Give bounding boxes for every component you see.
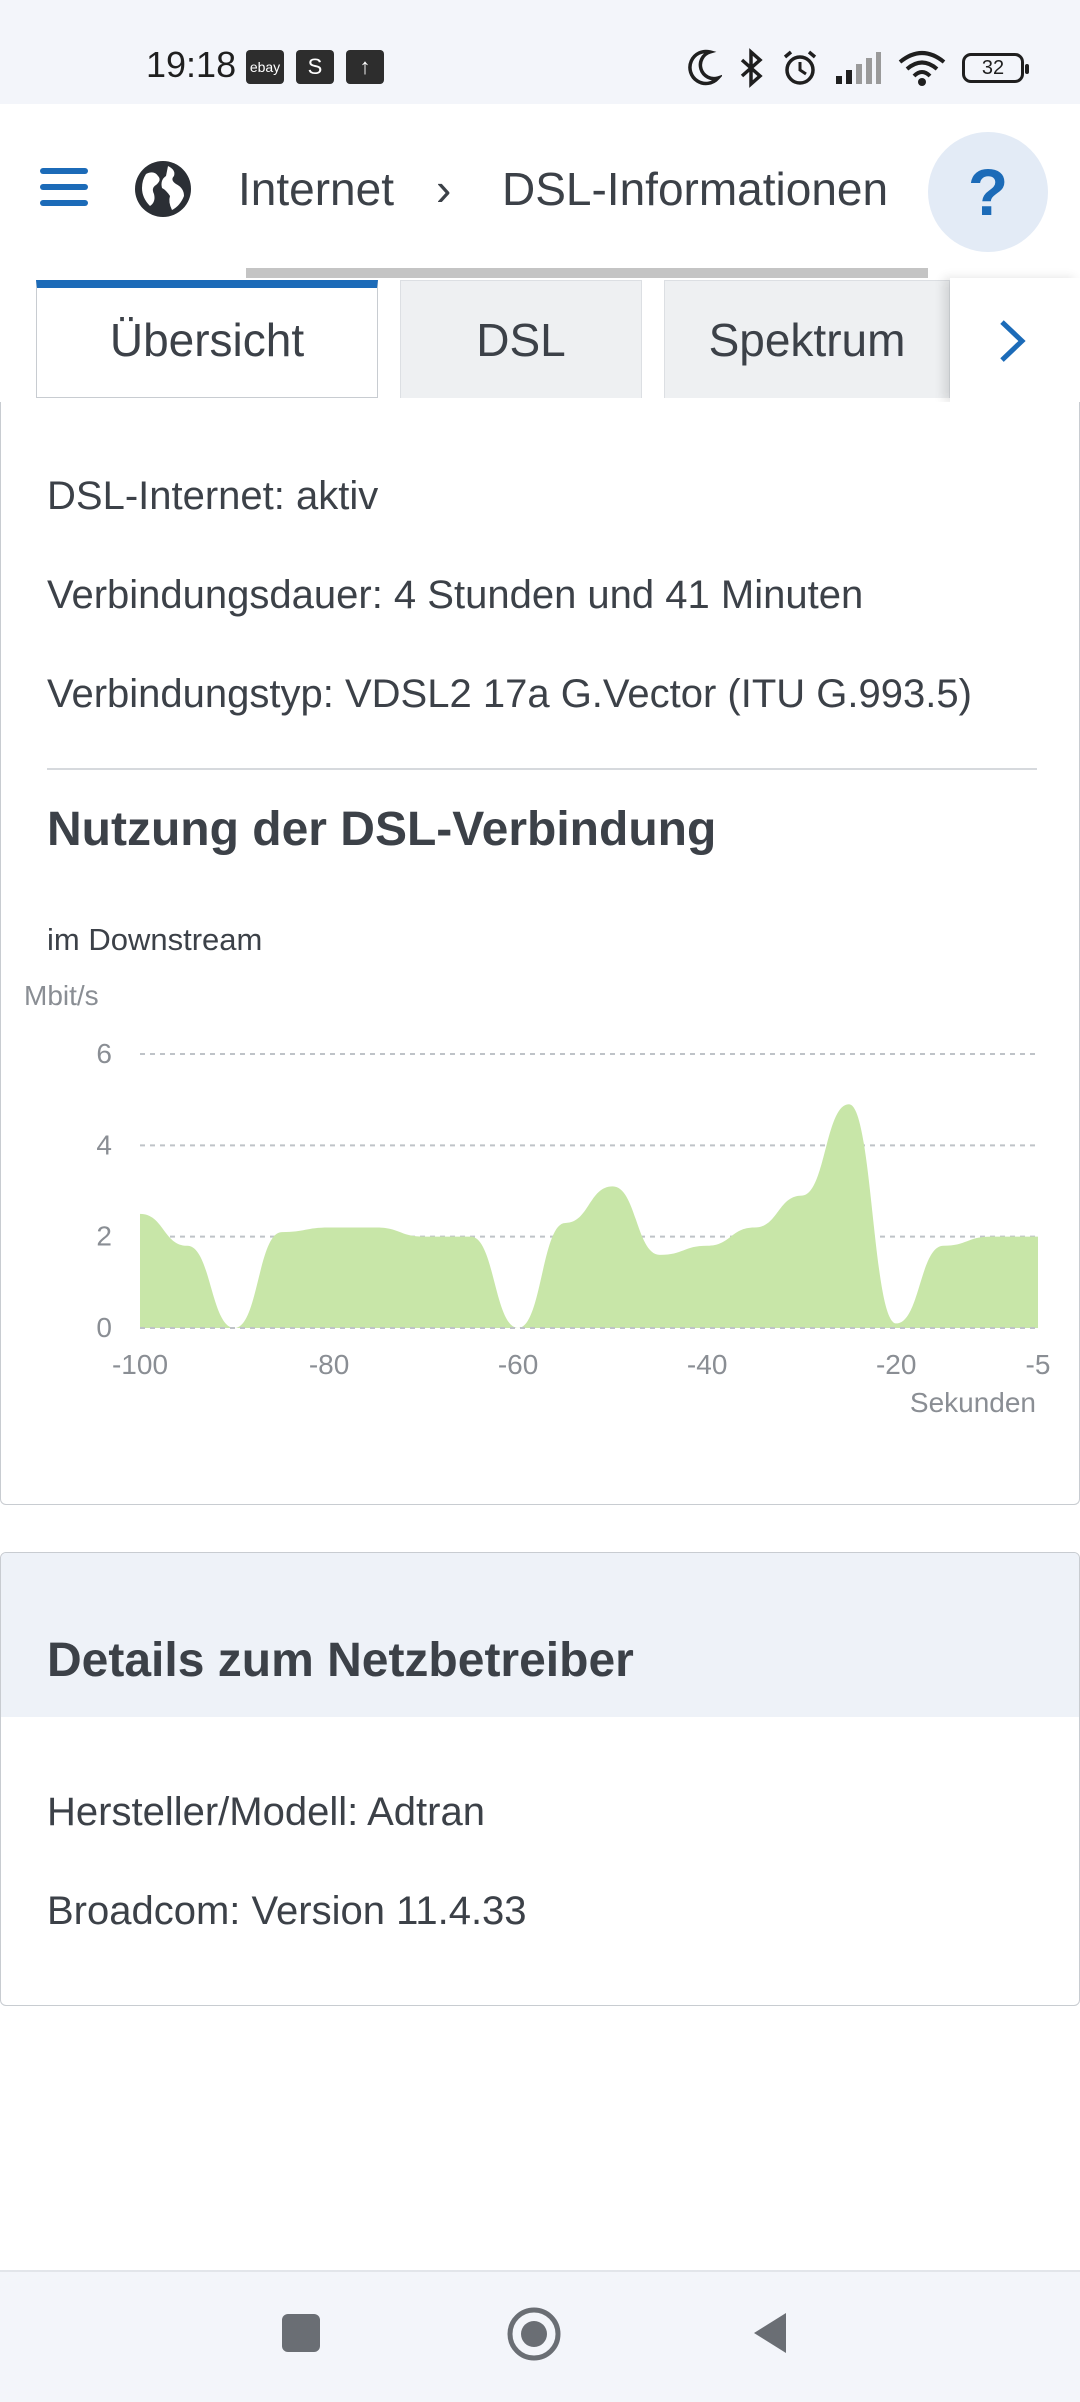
system-nav-bar	[0, 2270, 1080, 2402]
x-tick-label: -60	[498, 1349, 538, 1380]
dsl-internet-status: DSL-Internet: aktiv	[47, 474, 379, 518]
operator-title: Details zum Netzbetreiber	[47, 1634, 634, 1687]
x-tick-label: -100	[112, 1349, 168, 1380]
alarm-icon	[783, 50, 817, 85]
tab-scroll-right-button[interactable]	[950, 278, 1080, 402]
breadcrumb-current: DSL-Informationen	[502, 163, 889, 215]
tab-bar: Übersicht DSL Spektrum	[0, 278, 1080, 402]
downstream-area	[140, 1104, 1038, 1328]
status-time: 19:18	[146, 44, 237, 85]
home-button[interactable]	[506, 2306, 562, 2362]
y-axis-label: Mbit/s	[24, 980, 99, 1011]
broadcom-version: Broadcom: Version 11.4.33	[47, 1889, 527, 1933]
tab-scroll-indicator	[246, 268, 928, 278]
downstream-chart: Mbit/s 0 2 4 6 -100 -80 -60 -40 -20 -5 Sekunden	[24, 980, 1051, 1418]
s-app-icon: S	[296, 50, 334, 84]
menu-icon[interactable]	[40, 168, 92, 208]
y-tick-label: 6	[96, 1038, 112, 1069]
usage-subtitle: im Downstream	[47, 922, 263, 957]
ebay-icon: ebay	[246, 50, 284, 84]
signal-icon	[836, 52, 881, 84]
divider	[47, 768, 1037, 770]
y-tick-label: 0	[96, 1312, 112, 1343]
x-tick-label: -5	[1026, 1349, 1051, 1380]
manufacturer-model: Hersteller/Modell: Adtran	[47, 1790, 485, 1834]
tab-uebersicht[interactable]: Übersicht	[36, 280, 378, 398]
moon-icon	[688, 49, 722, 86]
help-button[interactable]: ?	[928, 132, 1048, 252]
wifi-icon	[898, 51, 946, 86]
battery-icon: 32	[962, 53, 1029, 83]
tab-dsl[interactable]: DSL	[400, 280, 642, 398]
y-tick-label: 2	[96, 1221, 112, 1252]
tab-spektrum[interactable]: Spektrum	[664, 280, 950, 398]
connection-duration: Verbindungsdauer: 4 Stunden und 41 Minut…	[47, 573, 864, 617]
breadcrumb-separator: ›	[436, 163, 452, 215]
usage-title: Nutzung der DSL-Verbindung	[47, 803, 717, 856]
breadcrumb-internet[interactable]: Internet	[238, 162, 394, 216]
x-tick-label: -40	[687, 1349, 727, 1380]
x-tick-label: -20	[876, 1349, 916, 1380]
status-icons: 32	[686, 46, 1029, 90]
recents-button[interactable]	[280, 2312, 322, 2354]
chevron-right-icon	[1000, 320, 1026, 362]
operator-card: Details zum Netzbetreiber Hersteller/Mod…	[0, 1552, 1080, 2006]
status-bar: 19:18 ebay S ↑ 32	[0, 0, 1080, 104]
upload-icon: ↑	[346, 50, 384, 84]
x-axis-label: Sekunden	[910, 1387, 1036, 1418]
back-button[interactable]	[750, 2310, 790, 2356]
y-tick-label: 4	[96, 1129, 112, 1160]
x-tick-label: -80	[309, 1349, 349, 1380]
globe-icon	[135, 161, 191, 217]
bluetooth-icon	[740, 48, 763, 88]
connection-type: Verbindungstyp: VDSL2 17a G.Vector (ITU …	[47, 672, 972, 716]
